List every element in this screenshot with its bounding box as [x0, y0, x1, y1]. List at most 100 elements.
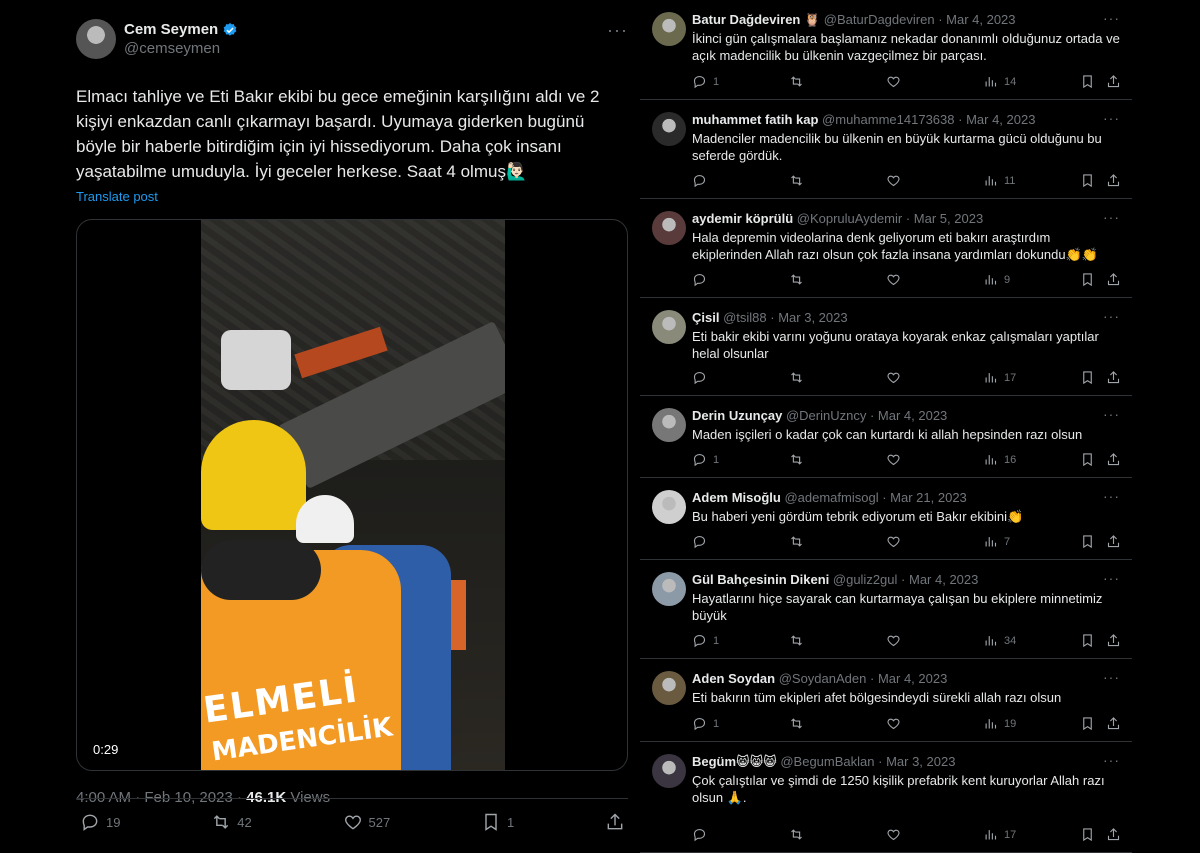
- reply-author-name[interactable]: Begüm😸😸😸: [692, 754, 777, 769]
- views-button[interactable]: 17: [983, 370, 1016, 385]
- like-button[interactable]: [886, 452, 901, 467]
- repost-button[interactable]: [789, 534, 804, 549]
- bookmark-button[interactable]: [1080, 74, 1095, 89]
- reply-item[interactable]: Derin Uzunçay @DerinUzncy · Mar 4, 2023 …: [640, 396, 1132, 478]
- reply-date[interactable]: Mar 21, 2023: [890, 490, 967, 505]
- reply-avatar[interactable]: [652, 754, 686, 788]
- reply-button[interactable]: [692, 272, 713, 287]
- like-button[interactable]: 527: [343, 812, 390, 832]
- like-button[interactable]: [886, 827, 901, 842]
- reply-button[interactable]: [692, 827, 713, 842]
- reply-avatar[interactable]: [652, 211, 686, 245]
- bookmark-button[interactable]: [1080, 716, 1095, 731]
- share-button[interactable]: [1106, 716, 1121, 731]
- reply-item[interactable]: Çisil @tsil88 · Mar 3, 2023 ··· Eti baki…: [640, 298, 1132, 396]
- like-button[interactable]: [886, 716, 901, 731]
- translate-post-link[interactable]: Translate post: [76, 189, 624, 204]
- share-button[interactable]: [1106, 827, 1121, 842]
- more-options-icon[interactable]: ···: [1103, 570, 1120, 586]
- bookmark-button[interactable]: [1080, 534, 1095, 549]
- reply-date[interactable]: Mar 5, 2023: [914, 211, 983, 226]
- reply-author-handle[interactable]: @BegumBaklan: [780, 754, 874, 769]
- reply-author-name[interactable]: muhammet fatih kap: [692, 112, 818, 127]
- reply-author-handle[interactable]: @guliz2gul: [833, 572, 898, 587]
- reply-author-name[interactable]: aydemir köprülü: [692, 211, 793, 226]
- repost-button[interactable]: 42: [211, 812, 252, 832]
- reply-author-name[interactable]: Gül Bahçesinin Dikeni: [692, 572, 829, 587]
- reply-avatar[interactable]: [652, 671, 686, 705]
- reply-avatar[interactable]: [652, 12, 686, 46]
- author-name[interactable]: Cem Seymen: [124, 20, 218, 39]
- share-button[interactable]: [1106, 272, 1121, 287]
- reply-button[interactable]: 1: [692, 452, 719, 467]
- author-handle[interactable]: @cemseymen: [124, 39, 238, 58]
- more-options-icon[interactable]: ···: [1103, 110, 1120, 126]
- reply-button[interactable]: 1: [692, 633, 719, 648]
- reply-date[interactable]: Mar 4, 2023: [878, 671, 947, 686]
- bookmark-button[interactable]: [1080, 370, 1095, 385]
- repost-button[interactable]: [789, 272, 804, 287]
- reply-date[interactable]: Mar 4, 2023: [909, 572, 978, 587]
- post-video[interactable]: ELMELİ MADENCİLİK 0:29: [76, 219, 628, 771]
- bookmark-button[interactable]: [1080, 173, 1095, 188]
- like-button[interactable]: [886, 633, 901, 648]
- bookmark-button[interactable]: [1080, 827, 1095, 842]
- share-button[interactable]: [1106, 370, 1121, 385]
- more-options-icon[interactable]: ···: [1103, 406, 1120, 422]
- reply-button[interactable]: [692, 173, 713, 188]
- views-button[interactable]: 17: [983, 827, 1016, 842]
- reply-item[interactable]: aydemir köprülü @KopruluAydemir · Mar 5,…: [640, 199, 1132, 298]
- repost-button[interactable]: [789, 827, 804, 842]
- reply-author-name[interactable]: Derin Uzunçay: [692, 408, 782, 423]
- reply-button[interactable]: 1: [692, 716, 719, 731]
- share-button[interactable]: [1106, 534, 1121, 549]
- repost-button[interactable]: [789, 633, 804, 648]
- like-button[interactable]: [886, 272, 901, 287]
- reply-date[interactable]: Mar 4, 2023: [878, 408, 947, 423]
- share-button[interactable]: [1106, 452, 1121, 467]
- views-button[interactable]: 34: [983, 633, 1016, 648]
- reply-avatar[interactable]: [652, 572, 686, 606]
- reply-avatar[interactable]: [652, 112, 686, 146]
- reply-button[interactable]: 1: [692, 74, 719, 89]
- views-button[interactable]: 9: [983, 272, 1010, 287]
- like-button[interactable]: [886, 534, 901, 549]
- repost-button[interactable]: [789, 173, 804, 188]
- more-options-icon[interactable]: ···: [1103, 752, 1120, 768]
- reply-date[interactable]: Mar 4, 2023: [946, 12, 1015, 27]
- reply-author-handle[interactable]: @ademafmisogl: [784, 490, 878, 505]
- reply-date[interactable]: Mar 4, 2023: [966, 112, 1035, 127]
- repost-button[interactable]: [789, 370, 804, 385]
- more-options-icon[interactable]: ···: [1103, 488, 1120, 504]
- reply-author-name[interactable]: Adem Misoğlu: [692, 490, 781, 505]
- like-button[interactable]: [886, 173, 901, 188]
- reply-item[interactable]: Batur Dağdeviren 🦉 @BaturDagdeviren · Ma…: [640, 0, 1132, 100]
- reply-item[interactable]: Adem Misoğlu @ademafmisogl · Mar 21, 202…: [640, 478, 1132, 560]
- share-button[interactable]: [1106, 74, 1121, 89]
- reply-author-name[interactable]: Aden Soydan: [692, 671, 775, 686]
- reply-button[interactable]: [692, 370, 713, 385]
- reply-author-handle[interactable]: @SoydanAden: [779, 671, 867, 686]
- reply-item[interactable]: Begüm😸😸😸 @BegumBaklan · Mar 3, 2023 ··· …: [640, 742, 1132, 853]
- reply-author-handle[interactable]: @KopruluAydemir: [797, 211, 902, 226]
- repost-button[interactable]: [789, 74, 804, 89]
- like-button[interactable]: [886, 370, 901, 385]
- reply-date[interactable]: Mar 3, 2023: [778, 310, 847, 325]
- views-button[interactable]: 19: [983, 716, 1016, 731]
- share-button[interactable]: [1106, 633, 1121, 648]
- reply-author-name[interactable]: Batur Dağdeviren 🦉: [692, 12, 820, 27]
- views-button[interactable]: 11: [983, 173, 1015, 188]
- bookmark-button[interactable]: 1: [481, 812, 514, 832]
- more-options-icon[interactable]: ···: [1103, 10, 1120, 26]
- reply-author-handle[interactable]: @muhamme14173638: [822, 112, 954, 127]
- repost-button[interactable]: [789, 452, 804, 467]
- like-button[interactable]: [886, 74, 901, 89]
- reply-item[interactable]: muhammet fatih kap @muhamme14173638 · Ma…: [640, 100, 1132, 199]
- more-options-icon[interactable]: ···: [1103, 308, 1120, 324]
- repost-button[interactable]: [789, 716, 804, 731]
- bookmark-button[interactable]: [1080, 272, 1095, 287]
- reply-author-name[interactable]: Çisil: [692, 310, 719, 325]
- reply-avatar[interactable]: [652, 490, 686, 524]
- views-button[interactable]: 7: [983, 534, 1010, 549]
- views-button[interactable]: 14: [983, 74, 1016, 89]
